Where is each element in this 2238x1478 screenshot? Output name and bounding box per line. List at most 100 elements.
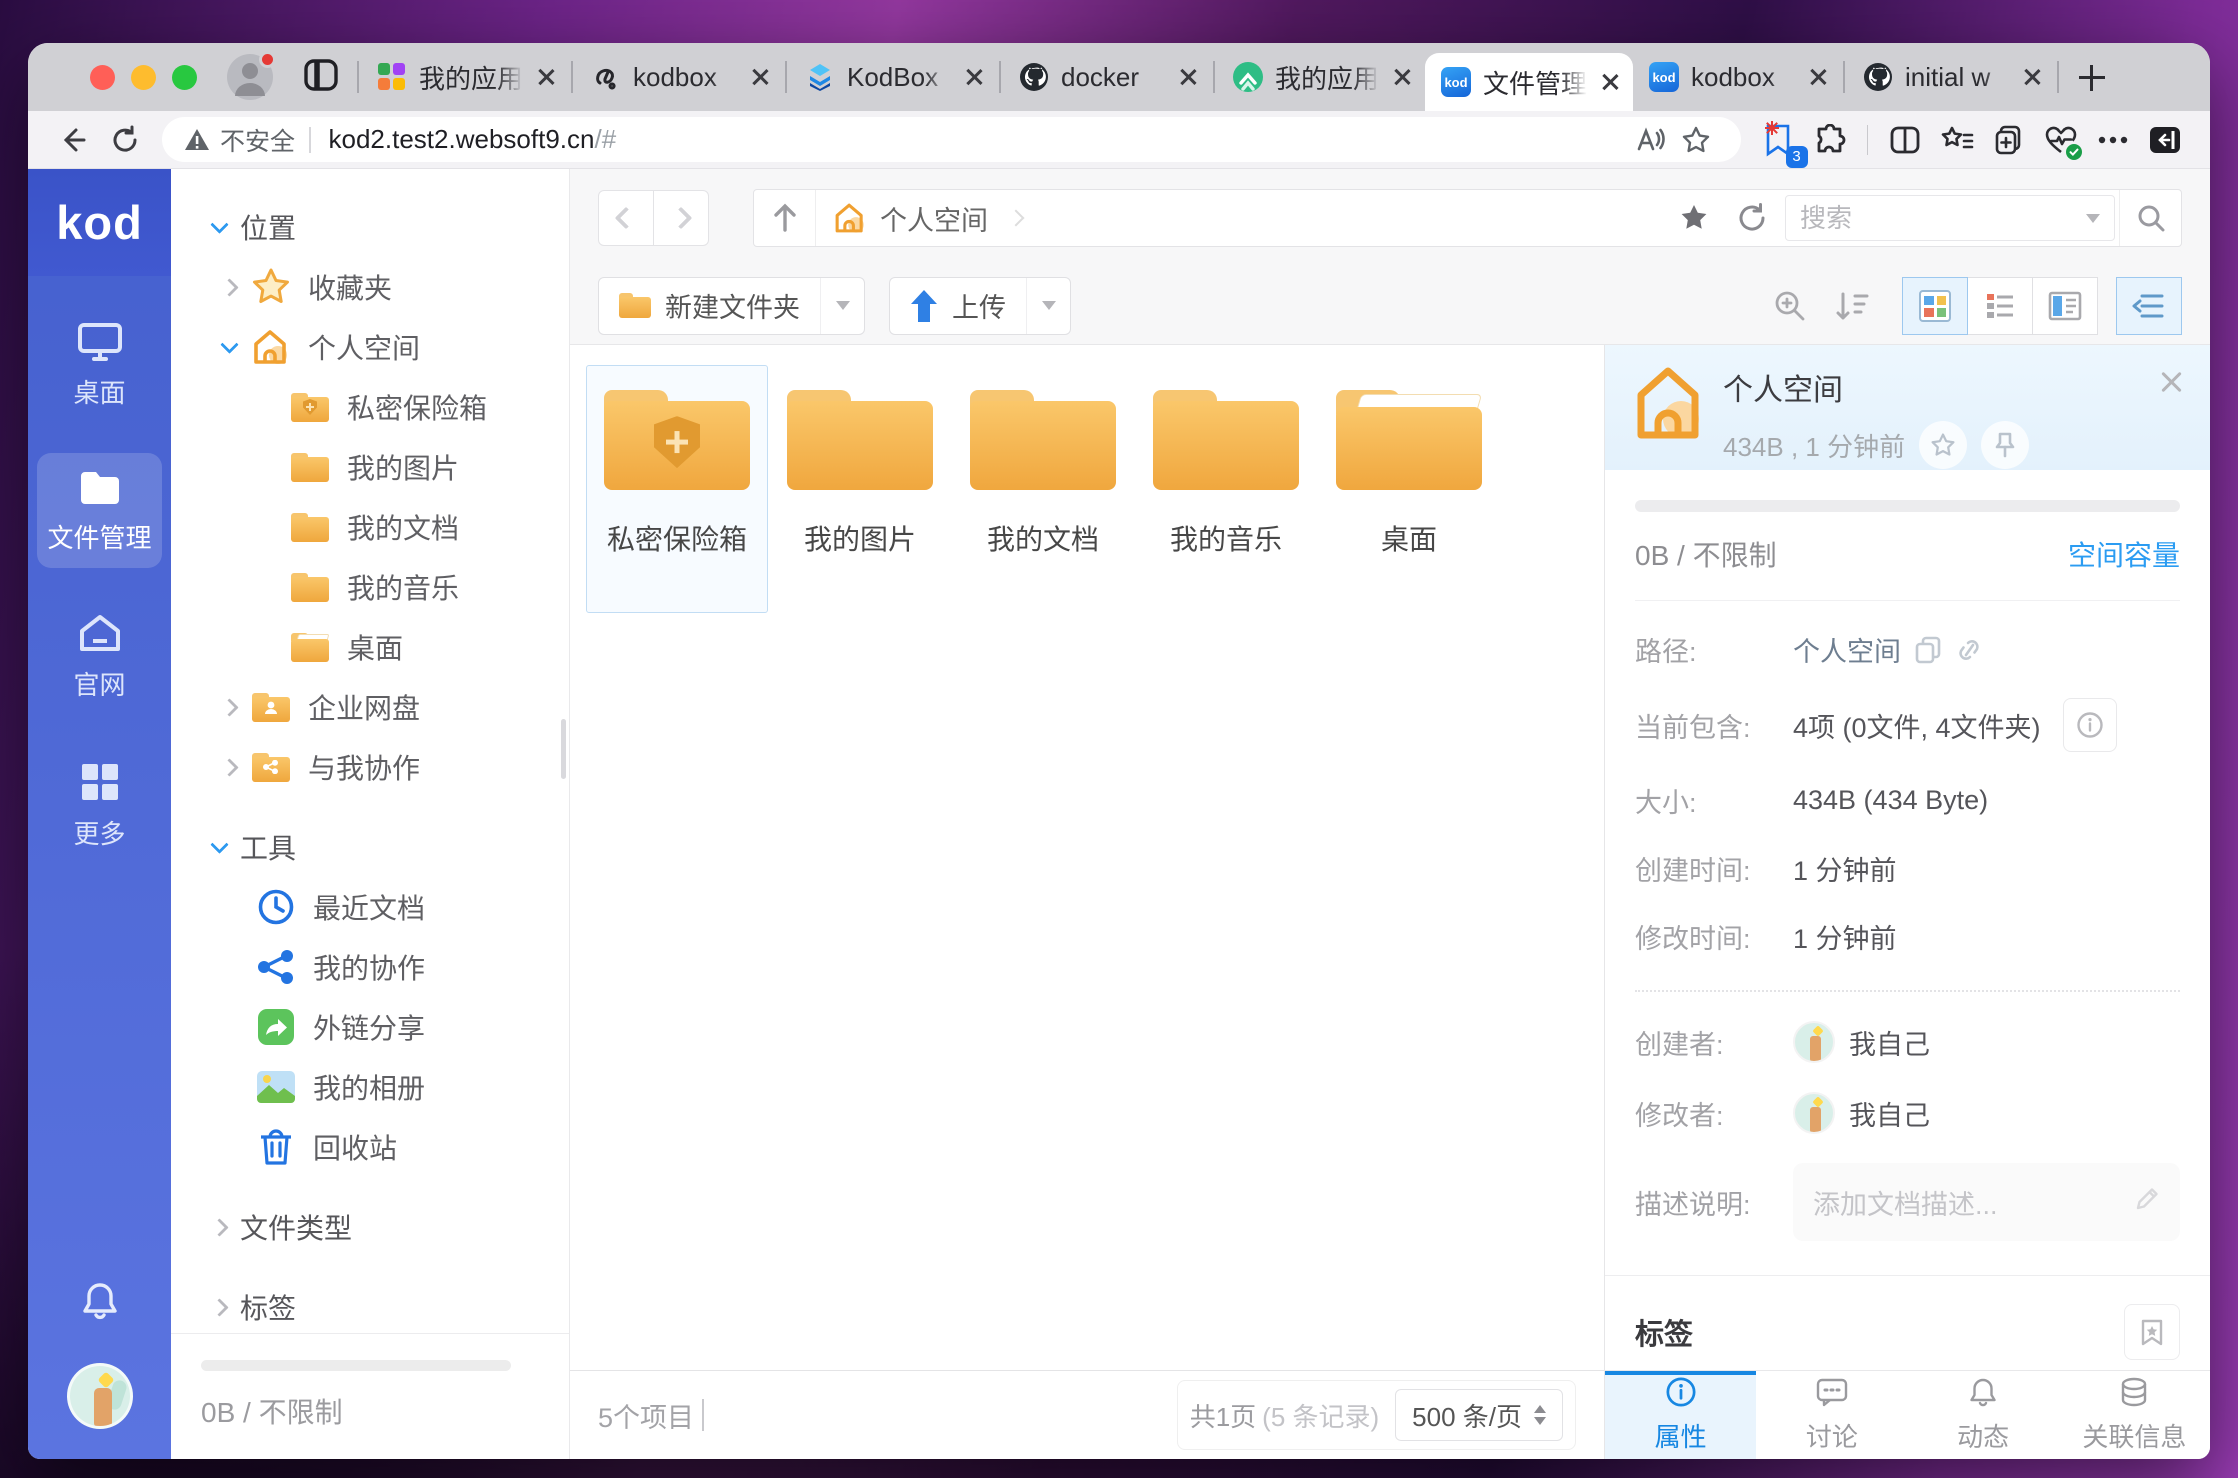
- tab-my-apps-1[interactable]: 我的应用: [361, 43, 569, 111]
- refresh-view-button[interactable]: [1723, 190, 1781, 246]
- tab-file-manager-active[interactable]: kod 文件管理: [1425, 53, 1633, 111]
- tree-item-my-documents[interactable]: 我的文档: [171, 497, 569, 557]
- sort-icon[interactable]: [1826, 280, 1878, 332]
- rail-item-website[interactable]: 官网: [37, 598, 162, 715]
- notifications-bell-icon[interactable]: [80, 1280, 120, 1327]
- chevron-down-icon[interactable]: [210, 215, 228, 233]
- history-back-button[interactable]: [598, 190, 654, 246]
- tree-item-favorites[interactable]: 收藏夹: [171, 257, 569, 317]
- tree-item-my-pictures[interactable]: 我的图片: [171, 437, 569, 497]
- detail-panel-toggle-button[interactable]: [2116, 277, 2182, 335]
- file-tile-safe-box[interactable]: 私密保险箱: [586, 365, 768, 613]
- minimize-window-button[interactable]: [131, 65, 156, 90]
- rail-item-more[interactable]: 更多: [37, 745, 162, 864]
- tree-section-locations[interactable]: 位置: [171, 197, 569, 257]
- upload-dropdown[interactable]: [1026, 278, 1070, 334]
- close-tab-icon[interactable]: [535, 66, 557, 88]
- tab-related-info[interactable]: 关联信息: [2059, 1371, 2210, 1459]
- favorites-bar-icon[interactable]: [1934, 117, 1980, 163]
- history-forward-button[interactable]: [653, 190, 709, 246]
- rail-item-desktop[interactable]: 桌面: [37, 306, 162, 423]
- search-box[interactable]: [1785, 195, 2115, 241]
- upload-button[interactable]: 上传: [890, 278, 1026, 334]
- search-submit-button[interactable]: [2119, 190, 2181, 246]
- description-input[interactable]: 添加文档描述...: [1793, 1163, 2180, 1241]
- link-icon[interactable]: [1955, 637, 1983, 663]
- tab-properties[interactable]: 属性: [1605, 1371, 1756, 1459]
- sidebar-toggle-icon[interactable]: [2142, 117, 2188, 163]
- workspaces-icon[interactable]: [303, 58, 339, 97]
- tree-section-tools[interactable]: 工具: [171, 817, 569, 877]
- tab-docker[interactable]: docker: [1003, 43, 1211, 111]
- tab-initial[interactable]: initial w: [1847, 43, 2055, 111]
- tree-section-tags[interactable]: 标签: [171, 1277, 569, 1333]
- new-tab-button[interactable]: [2077, 63, 2107, 93]
- tree-item-my-music[interactable]: 我的音乐: [171, 557, 569, 617]
- file-grid[interactable]: 私密保险箱 我的图片 我的文档 我的音乐: [570, 345, 1604, 1370]
- search-filter-caret[interactable]: [2086, 214, 2100, 223]
- tab-kodbox-1[interactable]: kodbox: [575, 43, 783, 111]
- tab-my-apps-2[interactable]: 我的应用: [1217, 43, 1425, 111]
- favorite-star-icon[interactable]: [1673, 117, 1719, 163]
- tab-kodbox-repo[interactable]: KodBox: [789, 43, 997, 111]
- tree-item-enterprise-drive[interactable]: 企业网盘: [171, 677, 569, 737]
- tree-item-safe-box[interactable]: 私密保险箱: [171, 377, 569, 437]
- close-tab-icon[interactable]: [963, 66, 985, 88]
- rail-item-file-manager[interactable]: 文件管理: [37, 453, 162, 568]
- back-button[interactable]: [50, 117, 96, 163]
- tab-activity[interactable]: 动态: [1908, 1371, 2059, 1459]
- tree-item-external-share[interactable]: 外链分享: [171, 997, 569, 1057]
- tab-discussion[interactable]: 讨论: [1756, 1371, 1907, 1459]
- workspaces-badge-icon[interactable]: 3: [1755, 117, 1801, 163]
- url-text[interactable]: kod2.test2.websoft9.cn: [329, 124, 595, 155]
- tag-settings-button[interactable]: [2124, 1304, 2180, 1360]
- close-window-button[interactable]: [90, 65, 115, 90]
- kod-logo[interactable]: kod: [28, 169, 171, 276]
- breadcrumb-item[interactable]: 个人空间: [816, 199, 1026, 238]
- up-directory-button[interactable]: [754, 190, 816, 246]
- page-size-select[interactable]: 500 条/页: [1395, 1389, 1563, 1441]
- file-tile-my-music[interactable]: 我的音乐: [1135, 365, 1317, 613]
- chevron-right-icon[interactable]: [210, 1218, 228, 1236]
- tree-item-my-collaboration[interactable]: 我的协作: [171, 937, 569, 997]
- tab-kodbox-2[interactable]: kod kodbox: [1633, 43, 1841, 111]
- tree-item-desktop-folder[interactable]: 桌面: [171, 617, 569, 677]
- file-tile-desktop[interactable]: 桌面: [1318, 365, 1500, 613]
- zoom-icon[interactable]: [1764, 280, 1816, 332]
- close-panel-icon[interactable]: [2156, 367, 2186, 397]
- read-aloud-icon[interactable]: [1627, 117, 1673, 163]
- space-capacity-link[interactable]: 空间容量: [2068, 534, 2180, 574]
- close-tab-icon[interactable]: [1599, 71, 1621, 93]
- chevron-right-icon[interactable]: [220, 698, 238, 716]
- new-folder-button[interactable]: 新建文件夹: [599, 278, 820, 334]
- split-screen-icon[interactable]: [1882, 117, 1928, 163]
- favorite-item-button[interactable]: [1919, 421, 1967, 469]
- pin-item-button[interactable]: [1981, 421, 2029, 469]
- tree-item-recent-docs[interactable]: 最近文档: [171, 877, 569, 937]
- chevron-right-icon[interactable]: [210, 1298, 228, 1316]
- info-button[interactable]: [2063, 698, 2117, 752]
- tree-item-recycle-bin[interactable]: 回收站: [171, 1117, 569, 1177]
- user-avatar[interactable]: [67, 1363, 133, 1429]
- close-tab-icon[interactable]: [2021, 66, 2043, 88]
- view-grid-button[interactable]: [1902, 277, 1968, 335]
- browser-profile-avatar[interactable]: [227, 54, 273, 100]
- close-tab-icon[interactable]: [1177, 66, 1199, 88]
- tree-section-file-types[interactable]: 文件类型: [171, 1197, 569, 1257]
- tree-scrollbar[interactable]: [561, 719, 566, 779]
- chevron-right-icon[interactable]: [220, 278, 238, 296]
- copy-icon[interactable]: [1915, 636, 1941, 664]
- browser-essentials-icon[interactable]: [2038, 117, 2084, 163]
- close-tab-icon[interactable]: [1807, 66, 1829, 88]
- settings-more-icon[interactable]: [2090, 117, 2136, 163]
- view-column-button[interactable]: [2032, 277, 2098, 335]
- refresh-button[interactable]: [102, 117, 148, 163]
- search-input[interactable]: [1800, 203, 2086, 234]
- view-list-button[interactable]: [1967, 277, 2033, 335]
- file-tile-my-pictures[interactable]: 我的图片: [769, 365, 951, 613]
- chevron-down-icon[interactable]: [210, 835, 228, 853]
- address-bar[interactable]: 不安全 kod2.test2.websoft9.cn /#: [162, 117, 1741, 162]
- extensions-puzzle-icon[interactable]: [1807, 117, 1853, 163]
- favorite-path-button[interactable]: [1665, 190, 1723, 246]
- new-folder-dropdown[interactable]: [820, 278, 864, 334]
